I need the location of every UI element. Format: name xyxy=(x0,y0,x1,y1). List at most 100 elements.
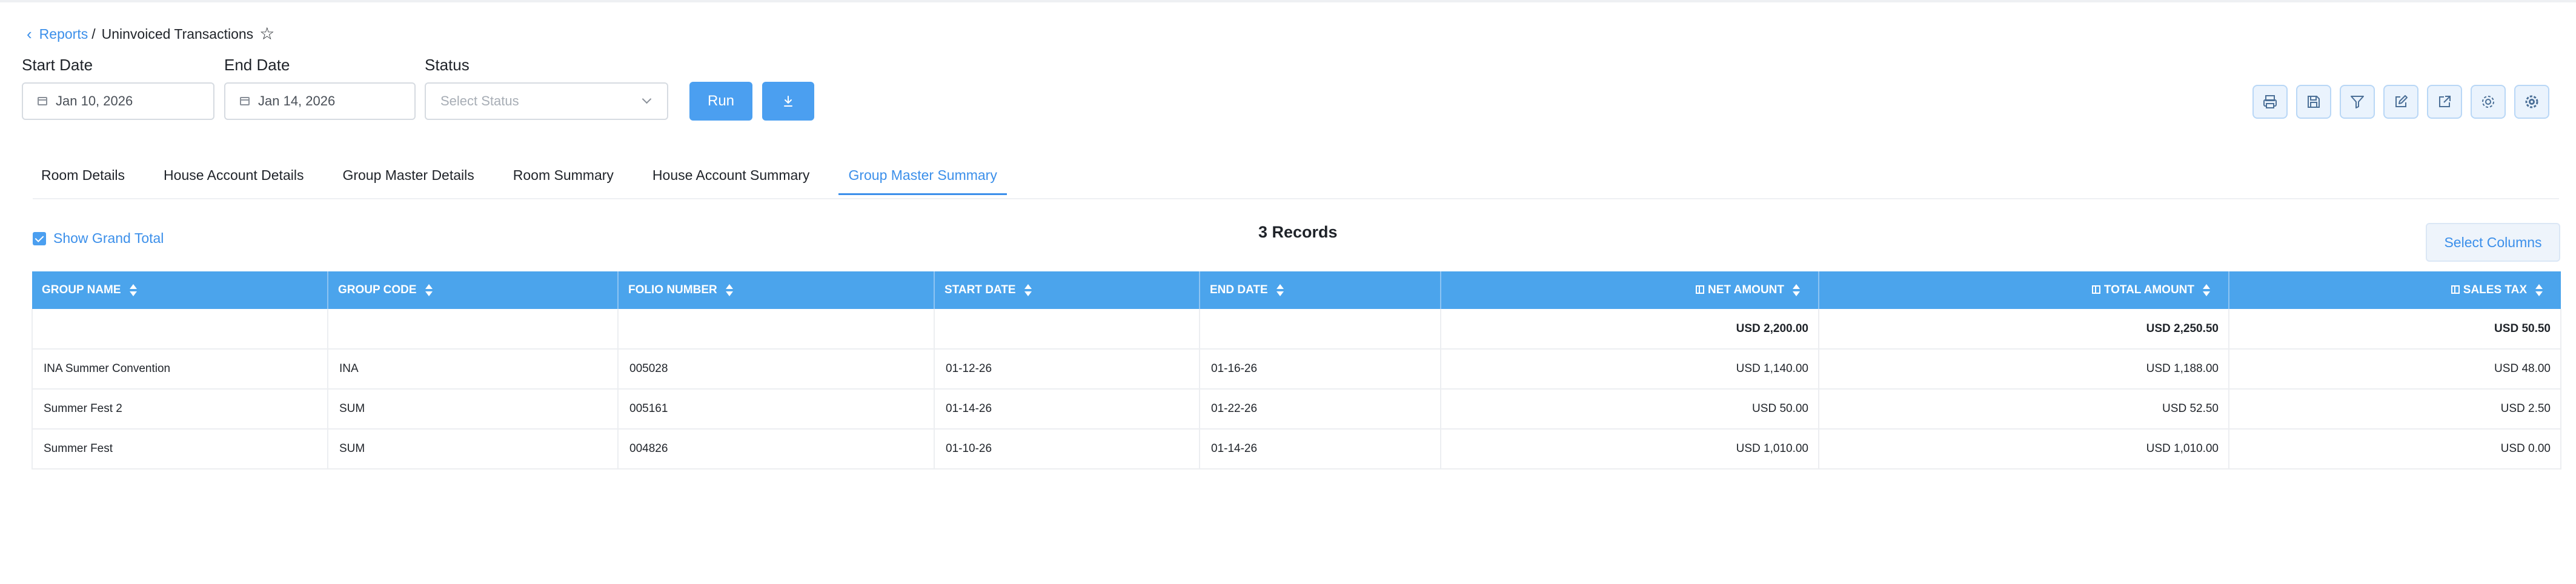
tab-group-master-summary[interactable]: Group Master Summary xyxy=(838,165,1007,195)
filter-icon xyxy=(2351,96,2364,108)
table-row[interactable]: Summer Fest SUM 004826 01-10-26 01-14-26… xyxy=(32,429,2561,470)
cell-net-amount: USD 1,140.00 xyxy=(1441,349,1819,390)
select-columns-button[interactable]: Select Columns xyxy=(2426,223,2560,262)
cell-folio-number: 005161 xyxy=(618,389,935,430)
edit-icon xyxy=(2395,95,2408,107)
cell-net-amount: USD 50.00 xyxy=(1441,389,1819,430)
calendar-icon xyxy=(240,97,250,105)
cell-end-date: 01-14-26 xyxy=(1200,429,1441,470)
col-header-start-date[interactable]: START DATE xyxy=(934,271,1200,309)
export-icon xyxy=(2439,96,2451,107)
download-icon xyxy=(784,96,792,107)
breadcrumb-reports-link[interactable]: Reports xyxy=(39,26,88,42)
grand-total-label: Show Grand Total xyxy=(53,230,164,246)
cell-start-date: 01-12-26 xyxy=(934,349,1200,390)
cell-sales-tax: USD 48.00 xyxy=(2229,349,2561,390)
col-header-folio-number[interactable]: FOLIO NUMBER xyxy=(618,271,935,309)
top-divider xyxy=(0,0,2576,2)
tab-group-master-details[interactable]: Group Master Details xyxy=(333,165,483,195)
tab-house-account-summary[interactable]: House Account Summary xyxy=(643,165,820,195)
sort-icon[interactable] xyxy=(1276,283,1284,297)
filter-button[interactable] xyxy=(2340,85,2375,119)
total-sales-tax: USD 50.50 xyxy=(2229,309,2561,350)
cell-total-amount: USD 1,188.00 xyxy=(1819,349,2229,390)
table-row[interactable]: Summer Fest 2 SUM 005161 01-14-26 01-22-… xyxy=(32,389,2561,430)
column-icon xyxy=(2451,285,2460,294)
grand-total-row: USD 2,200.00 USD 2,250.50 USD 50.50 xyxy=(32,309,2561,350)
end-date-input[interactable]: Jan 14, 2026 xyxy=(224,82,416,120)
star-icon[interactable]: ☆ xyxy=(259,25,274,42)
breadcrumb-separator: / xyxy=(91,25,96,42)
cell-folio-number: 004826 xyxy=(618,429,935,470)
cell-group-code: INA xyxy=(328,349,619,390)
breadcrumb: ‹ Reports / Uninvoiced Transactions ☆ xyxy=(27,23,274,45)
total-net-amount: USD 2,200.00 xyxy=(1441,309,1819,350)
advanced-settings-icon xyxy=(2525,95,2538,108)
cell-total-amount: USD 1,010.00 xyxy=(1819,429,2229,470)
cell-net-amount: USD 1,010.00 xyxy=(1441,429,1819,470)
cell-folio-number: 005028 xyxy=(618,349,935,390)
tabs-divider xyxy=(33,198,2559,199)
save-button[interactable] xyxy=(2296,85,2331,119)
tab-room-details[interactable]: Room Details xyxy=(33,165,134,195)
sort-icon[interactable] xyxy=(129,283,137,297)
advanced-settings-button[interactable] xyxy=(2514,85,2549,119)
sort-icon[interactable] xyxy=(2203,283,2210,297)
edit-button[interactable] xyxy=(2383,85,2418,119)
sort-icon[interactable] xyxy=(2535,283,2543,297)
cell-total-amount: USD 52.50 xyxy=(1819,389,2229,430)
export-button[interactable] xyxy=(2427,85,2462,119)
page-title: Uninvoiced Transactions xyxy=(101,25,254,42)
cell-sales-tax: USD 2.50 xyxy=(2229,389,2561,430)
print-button[interactable] xyxy=(2252,85,2288,119)
cell-group-code: SUM xyxy=(328,389,619,430)
save-icon xyxy=(2308,96,2320,108)
chevron-down-icon xyxy=(642,94,652,104)
show-grand-total-toggle[interactable]: Show Grand Total xyxy=(33,230,164,247)
chevron-left-icon[interactable]: ‹ xyxy=(27,25,32,44)
col-header-total-amount[interactable]: TOTAL AMOUNT xyxy=(1819,271,2229,309)
column-icon xyxy=(2091,285,2100,294)
print-icon xyxy=(2263,95,2277,108)
end-date-label: End Date xyxy=(224,56,290,74)
status-select[interactable]: Select Status xyxy=(425,82,668,120)
table-row[interactable]: INA Summer Convention INA 005028 01-12-2… xyxy=(32,349,2561,390)
summary-table: GROUP NAME GROUP CODE FOLIO NUMBER START… xyxy=(32,271,2561,470)
download-button[interactable] xyxy=(762,82,814,121)
end-date-value: Jan 14, 2026 xyxy=(258,93,336,108)
sort-icon[interactable] xyxy=(725,283,733,297)
cell-start-date: 01-14-26 xyxy=(934,389,1200,430)
tab-room-summary[interactable]: Room Summary xyxy=(503,165,623,195)
start-date-label: Start Date xyxy=(22,56,93,74)
cell-end-date: 01-16-26 xyxy=(1200,349,1441,390)
table-header-row: GROUP NAME GROUP CODE FOLIO NUMBER START… xyxy=(32,271,2561,309)
cell-start-date: 01-10-26 xyxy=(934,429,1200,470)
settings-button[interactable] xyxy=(2471,85,2506,119)
col-header-group-name[interactable]: GROUP NAME xyxy=(32,271,328,309)
sort-icon[interactable] xyxy=(1024,283,1032,297)
status-label: Status xyxy=(425,56,470,74)
col-header-group-code[interactable]: GROUP CODE xyxy=(328,271,619,309)
calendar-icon xyxy=(38,97,47,105)
start-date-value: Jan 10, 2026 xyxy=(56,93,133,108)
run-button[interactable]: Run xyxy=(689,82,752,121)
cell-end-date: 01-22-26 xyxy=(1200,389,1441,430)
col-header-net-amount[interactable]: NET AMOUNT xyxy=(1441,271,1819,309)
column-icon xyxy=(1696,285,1705,294)
col-header-sales-tax[interactable]: SALES TAX xyxy=(2229,271,2561,309)
cell-group-name: INA Summer Convention xyxy=(32,349,328,390)
cell-group-code: SUM xyxy=(328,429,619,470)
total-total-amount: USD 2,250.50 xyxy=(1819,309,2229,350)
cell-group-name: Summer Fest 2 xyxy=(32,389,328,430)
grand-total-checkbox[interactable] xyxy=(33,231,46,245)
tab-house-account-details[interactable]: House Account Details xyxy=(154,165,313,195)
report-tabs: Room Details House Account Details Group… xyxy=(33,165,1026,197)
records-count: 3 Records xyxy=(1258,223,1338,241)
col-header-end-date[interactable]: END DATE xyxy=(1200,271,1441,309)
settings-icon xyxy=(2482,96,2494,108)
sort-icon[interactable] xyxy=(425,283,433,297)
status-placeholder: Select Status xyxy=(440,93,519,108)
cell-group-name: Summer Fest xyxy=(32,429,328,470)
sort-icon[interactable] xyxy=(1793,283,1800,297)
start-date-input[interactable]: Jan 10, 2026 xyxy=(22,82,214,120)
